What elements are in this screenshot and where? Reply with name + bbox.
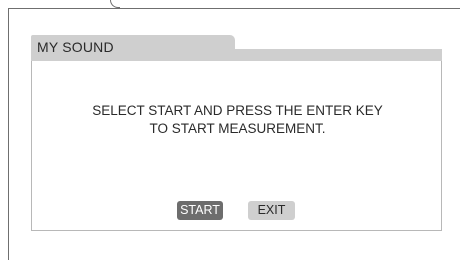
title-tab: MY SOUND	[31, 35, 235, 61]
start-button[interactable]: START	[177, 201, 223, 220]
dialog-title: MY SOUND	[37, 39, 114, 55]
dialog-content: SELECT START AND PRESS THE ENTER KEY TO …	[31, 61, 442, 231]
my-sound-dialog: MY SOUND SELECT START AND PRESS THE ENTE…	[31, 35, 442, 231]
exit-button[interactable]: EXIT	[248, 201, 295, 220]
frame-corner-mark	[110, 0, 120, 8]
message-line-1: SELECT START AND PRESS THE ENTER KEY	[92, 103, 383, 118]
message-line-2: TO START MEASUREMENT.	[149, 121, 326, 136]
instruction-message: SELECT START AND PRESS THE ENTER KEY TO …	[32, 102, 443, 138]
screen: MY SOUND SELECT START AND PRESS THE ENTE…	[0, 0, 460, 260]
